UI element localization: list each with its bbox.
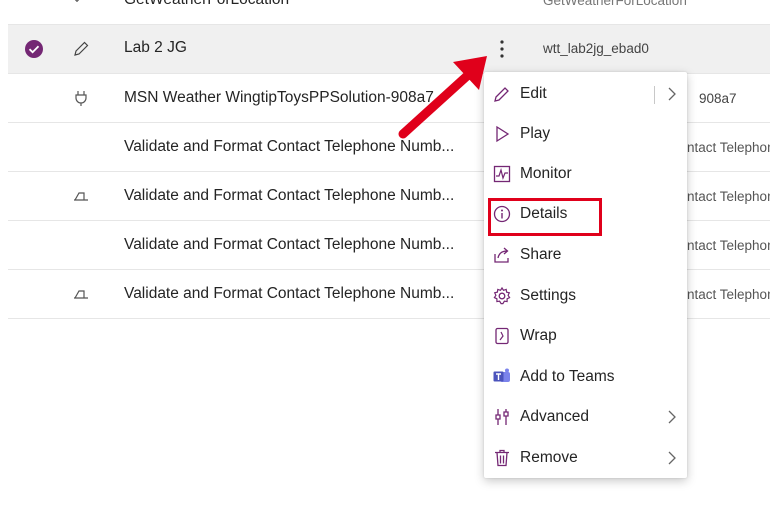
monitor-icon: [493, 165, 511, 183]
gear-icon: [493, 286, 511, 305]
pen-icon: [74, 41, 89, 56]
eraser-icon: [74, 192, 88, 201]
menu-item-label: Play: [520, 125, 551, 142]
row-name: MSN Weather WingtipToysPPSolution-908a7: [124, 89, 434, 106]
menu-item-monitor[interactable]: Monitor: [484, 154, 687, 194]
eraser-icon: [74, 290, 88, 299]
split-divider: [654, 86, 655, 104]
row-subtitle: wtt_lab2jg_ebad0: [543, 41, 649, 56]
menu-item-play[interactable]: Play: [484, 114, 687, 154]
red-arrow-annotation: [398, 56, 487, 139]
chevron-right-icon: [668, 410, 676, 424]
details-highlight-box: [488, 198, 602, 236]
menu-item-label: Wrap: [520, 327, 557, 344]
menu-item-label: Remove: [520, 449, 578, 466]
row-name: Validate and Format Contact Telephone Nu…: [124, 138, 455, 155]
row-name: Validate and Format Contact Telephone Nu…: [124, 187, 455, 204]
row-subtitle: ntact Telephon: [687, 140, 770, 155]
menu-item-label: Settings: [520, 287, 577, 304]
advanced-icon: [495, 409, 509, 425]
menu-item-label: Edit: [520, 85, 547, 102]
menu-item-wrap[interactable]: Wrap: [484, 316, 687, 356]
teams-icon: [493, 368, 510, 382]
chevron-right-icon[interactable]: [667, 87, 677, 101]
share-icon: [494, 247, 509, 263]
menu-item-advanced[interactable]: Advanced: [484, 397, 687, 437]
trash-icon: [495, 449, 509, 467]
row-name: Lab 2 JG: [124, 39, 187, 56]
row-name: Validate and Format Contact Telephone Nu…: [124, 236, 455, 253]
menu-item-add-to-teams[interactable]: Add to Teams: [484, 357, 687, 397]
checkmark-icon[interactable]: [24, 39, 44, 59]
row-subtitle: ntact Telephon: [687, 238, 770, 253]
menu-item-share[interactable]: Share: [484, 235, 687, 275]
context-menu: Edit Play Monitor Details Share Settings…: [484, 72, 687, 478]
list-row-selected[interactable]: Lab 2 JG wtt_lab2jg_ebad0: [8, 25, 770, 74]
menu-item-label: Share: [520, 246, 562, 263]
menu-item-label: Monitor: [520, 165, 572, 182]
flow-icon: [75, 0, 79, 2]
menu-item-label: Add to Teams: [520, 368, 615, 385]
chevron-right-icon: [668, 451, 676, 465]
row-name: GetWeatherForLocation: [124, 0, 289, 9]
list-row[interactable]: GetWeatherForLocation GetWeatherForLocat…: [8, 0, 770, 25]
row-name: Validate and Format Contact Telephone Nu…: [124, 285, 455, 302]
menu-item-settings[interactable]: Settings: [484, 276, 687, 316]
row-subtitle: ntact Telephon: [687, 287, 770, 302]
menu-item-remove[interactable]: Remove: [484, 438, 687, 478]
row-subtitle: GetWeatherForLocation: [543, 0, 687, 8]
wrap-icon: [495, 327, 509, 345]
more-options-icon[interactable]: [494, 0, 510, 14]
menu-item-edit[interactable]: Edit: [484, 74, 687, 114]
plug-icon: [75, 91, 87, 106]
row-subtitle: ntact Telephon: [687, 189, 770, 204]
menu-item-label: Advanced: [520, 408, 589, 425]
row-subtitle: 908a7: [699, 91, 737, 106]
